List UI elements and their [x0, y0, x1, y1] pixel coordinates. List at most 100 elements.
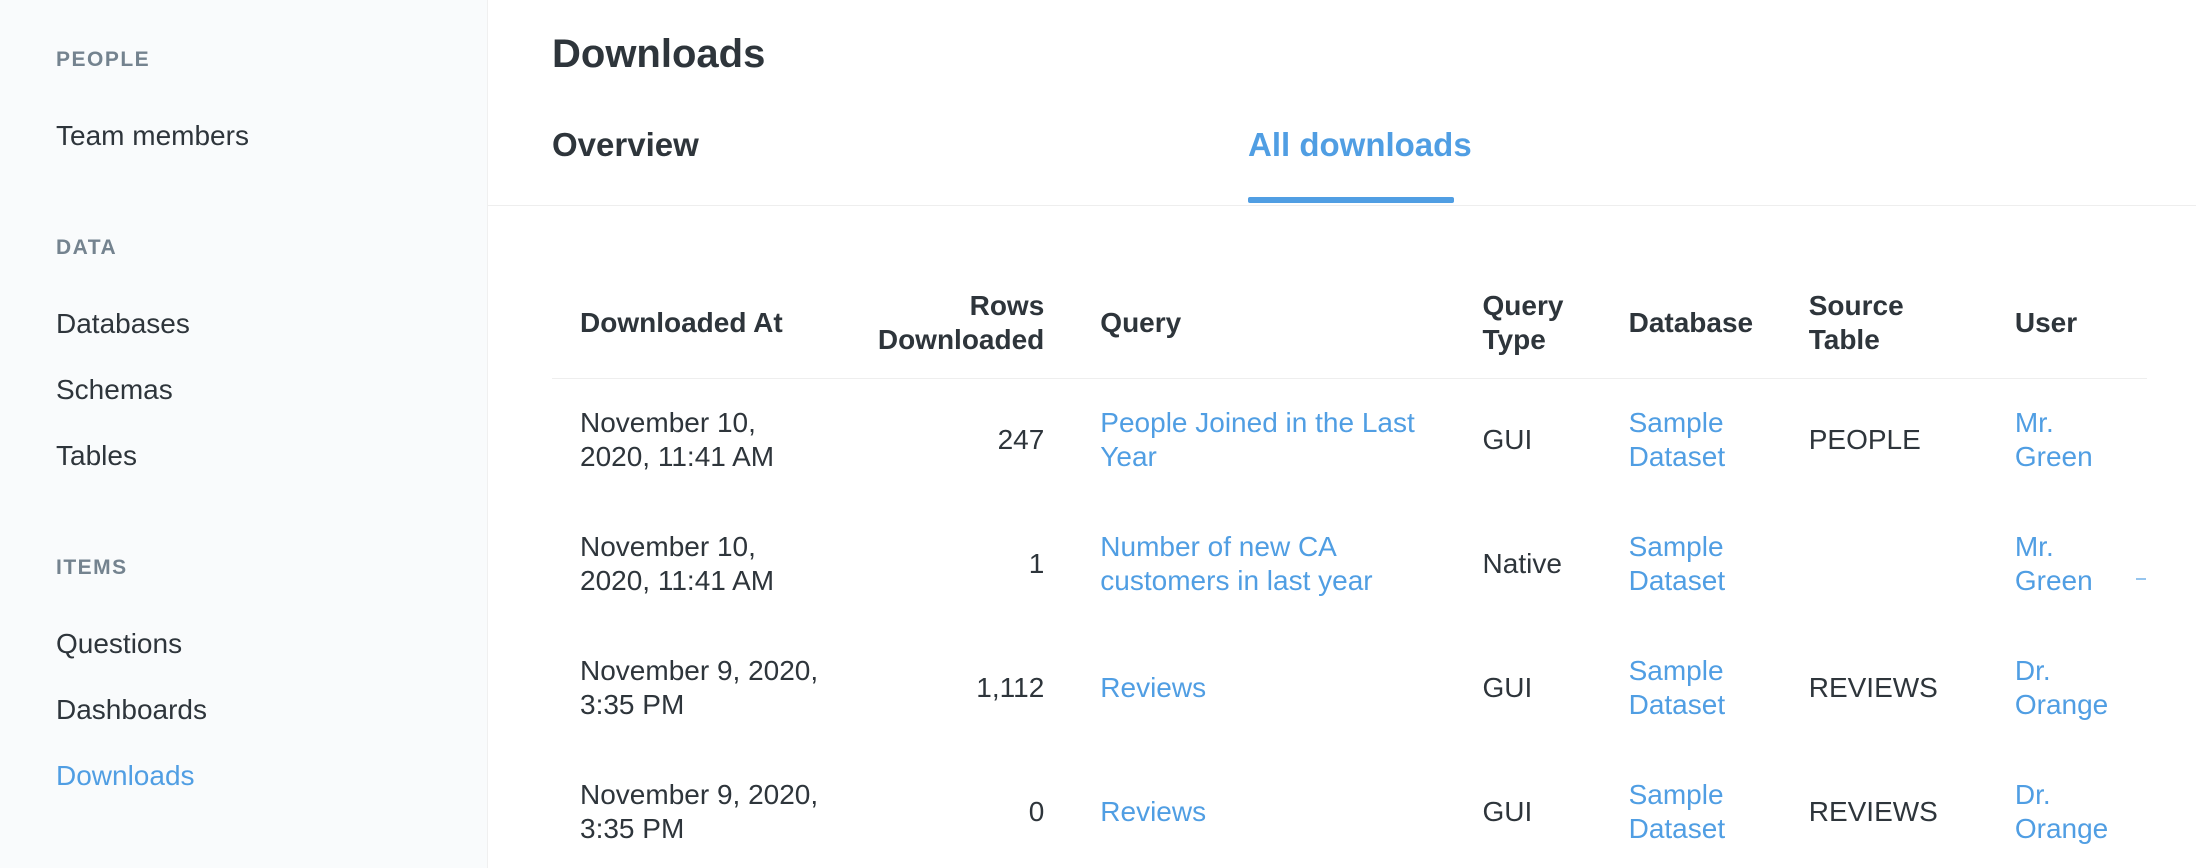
- cell-database: Sample Dataset: [1601, 750, 1781, 868]
- column-header-label: Downloaded At: [580, 306, 783, 338]
- cell-query-type: Native: [1482, 548, 1562, 579]
- query-link[interactable]: People Joined in the Last Year: [1100, 407, 1414, 472]
- cell-user: Dr. Orange: [1987, 750, 2147, 868]
- column-header-label: Query: [1100, 306, 1182, 338]
- cell-rows-downloaded: 0: [1028, 796, 1045, 827]
- sidebar-section-items-title: ITEMS: [56, 556, 128, 579]
- cell-query-type: GUI: [1482, 672, 1533, 703]
- cell-rows-downloaded: 247: [997, 424, 1045, 456]
- table-header-row: Downloaded At Rows Downloaded Query Quer…: [552, 268, 2147, 379]
- cell-query-type: GUI: [1482, 424, 1533, 456]
- user-link[interactable]: Dr. Orange: [2015, 779, 2108, 844]
- cell-database: Sample Dataset: [1601, 626, 1781, 750]
- cell-query: Reviews: [1072, 750, 1454, 868]
- app-root: PEOPLE Team members DATA Databases Schem…: [0, 0, 2196, 868]
- link-text: Dataset: [1628, 441, 1726, 473]
- query-link[interactable]: Reviews: [1100, 796, 1206, 827]
- cell-user: Mr. Green: [1987, 502, 2147, 626]
- query-link[interactable]: Number of new CA customers in last year: [1100, 531, 1372, 596]
- link-text: Year: [1100, 441, 1157, 473]
- user-link[interactable]: Mr. Green: [2015, 531, 2093, 596]
- cell-user: Mr. Green: [1987, 378, 2147, 502]
- cell-downloaded-at: November 10, 2020, 11:41 AM: [552, 378, 824, 502]
- tab-overview[interactable]: Overview: [552, 126, 699, 164]
- downloads-table-container: Downloaded At Rows Downloaded Query Quer…: [552, 268, 2147, 868]
- main-content: Downloads Overview All downloads Downloa…: [488, 0, 2196, 868]
- link-text: Reviews: [1100, 672, 1207, 703]
- column-header-source-table[interactable]: Source Table: [1780, 268, 1987, 379]
- database-link[interactable]: Sample Dataset: [1629, 407, 1726, 472]
- column-header-label: Downloaded: [877, 323, 1045, 355]
- cell-text: 2020, 11:41 AM: [580, 441, 775, 473]
- downloads-table: Downloaded At Rows Downloaded Query Quer…: [552, 268, 2147, 868]
- user-link[interactable]: Dr. Orange: [2015, 655, 2108, 720]
- table-header: Downloaded At Rows Downloaded Query Quer…: [552, 268, 2147, 379]
- link-text: Mr.: [2014, 531, 2054, 562]
- tab-bar: Downloads Overview All downloads: [488, 0, 2196, 206]
- active-tab-indicator: [1248, 197, 1454, 203]
- link-text: Orange: [2014, 813, 2109, 844]
- link-text: Mr.: [2014, 407, 2054, 439]
- sidebar-item-databases[interactable]: Databases: [56, 308, 190, 340]
- tab-all-downloads[interactable]: All downloads: [1248, 126, 1472, 164]
- sidebar-item-downloads[interactable]: Downloads: [56, 760, 195, 792]
- cell-downloaded-at: November 10, 2020, 11:41 AM: [552, 502, 824, 626]
- link-text: Dataset: [1628, 565, 1726, 596]
- cell-source-table: REVIEWS: [1808, 796, 1938, 827]
- database-link[interactable]: Sample Dataset: [1629, 531, 1726, 596]
- cell-query-type: GUI: [1482, 796, 1533, 827]
- column-header-label: Source: [1808, 289, 1904, 321]
- column-header-query[interactable]: Query: [1072, 268, 1455, 379]
- cell-text: 3:35 PM: [580, 689, 685, 720]
- column-header-database[interactable]: Database: [1600, 268, 1781, 379]
- link-text: Green: [2014, 441, 2093, 473]
- link-text: Sample: [1628, 779, 1724, 810]
- link-text: Number of new CA: [1100, 531, 1337, 562]
- link-text: Sample: [1628, 655, 1724, 686]
- link-text: Green: [2014, 565, 2093, 596]
- sidebar-item-schemas[interactable]: Schemas: [56, 374, 173, 406]
- link-text: Dr.: [2014, 655, 2051, 686]
- sidebar-section-people-title: PEOPLE: [56, 48, 151, 71]
- link-text: People Joined in the Last: [1100, 407, 1415, 439]
- cell-text: November 10,: [580, 531, 756, 562]
- table-row: November 10, 2020, 11:41 AM 247 People J…: [552, 378, 2147, 502]
- column-header-label: Database: [1628, 306, 1754, 338]
- column-header-label: Query: [1482, 289, 1564, 321]
- cell-database: Sample Dataset: [1601, 378, 1781, 502]
- cell-database: Sample Dataset: [1601, 502, 1781, 626]
- cell-text: November 9, 2020,: [580, 655, 819, 686]
- link-text: Orange: [2014, 689, 2109, 720]
- link-text: Sample: [1628, 531, 1724, 562]
- query-link[interactable]: Reviews: [1100, 672, 1206, 703]
- cell-source-table: [1781, 502, 1987, 626]
- database-link[interactable]: Sample Dataset: [1629, 655, 1726, 720]
- link-text: customers in last year: [1100, 565, 1373, 596]
- table-body: November 10, 2020, 11:41 AM 247 People J…: [552, 378, 2147, 868]
- table-row: November 10, 2020, 11:41 AM 1 Number of …: [552, 502, 2147, 626]
- column-header-downloaded-at[interactable]: Downloaded At: [552, 268, 825, 379]
- column-header-label: User: [2014, 306, 2078, 338]
- cell-text: November 9, 2020,: [580, 779, 819, 810]
- column-header-user[interactable]: User: [1986, 268, 2147, 379]
- cell-downloaded-at: November 9, 2020, 3:35 PM: [552, 750, 824, 868]
- column-header-rows-downloaded[interactable]: Rows Downloaded: [824, 268, 1073, 379]
- link-text: Sample: [1628, 407, 1724, 439]
- cell-query: People Joined in the Last Year: [1072, 378, 1454, 502]
- column-header-label: Table: [1808, 323, 1880, 355]
- sidebar-item-dashboards[interactable]: Dashboards: [56, 694, 207, 726]
- database-link[interactable]: Sample Dataset: [1629, 779, 1726, 844]
- sidebar: PEOPLE Team members DATA Databases Schem…: [0, 0, 488, 868]
- link-text: Reviews: [1100, 796, 1207, 827]
- sidebar-item-team-members[interactable]: Team members: [56, 120, 249, 152]
- sidebar-item-questions[interactable]: Questions: [56, 628, 182, 660]
- cell-text: November 10,: [580, 407, 756, 439]
- column-header-label: Type: [1482, 323, 1546, 355]
- table-row: November 9, 2020, 3:35 PM 1,112 Reviews …: [552, 626, 2147, 750]
- cell-query: Number of new CA customers in last year: [1072, 502, 1454, 626]
- column-header-query-type[interactable]: Query Type: [1454, 268, 1601, 379]
- cell-user: Dr. Orange: [1987, 626, 2147, 750]
- sidebar-item-tables[interactable]: Tables: [56, 440, 137, 472]
- cell-rows-downloaded: 1: [1028, 548, 1045, 579]
- user-link[interactable]: Mr. Green: [2015, 407, 2093, 472]
